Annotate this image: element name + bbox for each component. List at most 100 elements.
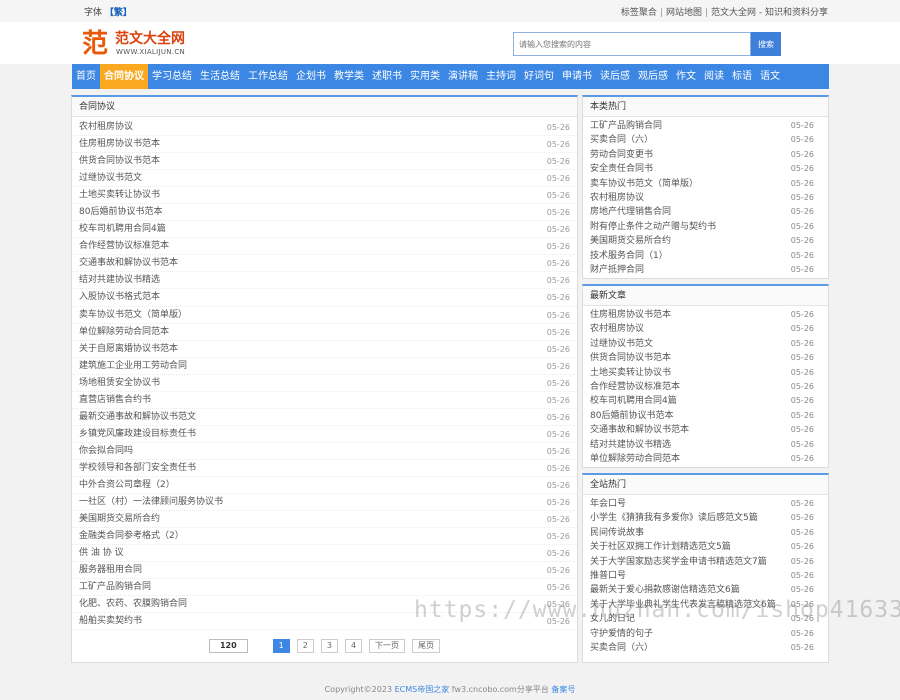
article-link[interactable]: 单位解除劳动合同范本 — [79, 324, 169, 340]
article-link[interactable]: 过继协议书范文 — [590, 337, 653, 351]
article-link[interactable]: 买卖合同（六） — [590, 641, 653, 655]
list-item[interactable]: 民间传说故事 05-26 — [583, 526, 828, 540]
article-link[interactable]: 最新关于爱心捐款感谢信精选范文6篇 — [590, 583, 740, 597]
site-map-link[interactable]: 网站地图 — [666, 8, 702, 18]
list-item[interactable]: 化肥、农药、农膜购销合同 05-26 — [72, 596, 577, 614]
list-item[interactable]: 农村租房协议 05-26 — [583, 322, 828, 336]
article-link[interactable]: 土地买卖转让协议书 — [79, 187, 160, 203]
article-link[interactable]: 学校领导和各部门安全责任书 — [79, 460, 196, 476]
article-link[interactable]: 附有停止条件之动产赠与契约书 — [590, 220, 716, 234]
article-link[interactable]: 船舶买卖契约书 — [79, 613, 142, 629]
list-item[interactable]: 合作经营协议标准范本 05-26 — [72, 238, 577, 256]
list-item[interactable]: 80后婚前协议书范本 05-26 — [583, 409, 828, 423]
list-item[interactable]: 合作经营协议标准范本 05-26 — [583, 380, 828, 394]
article-link[interactable]: 化肥、农药、农膜购销合同 — [79, 596, 187, 612]
article-link[interactable]: 供货合同协议书范本 — [590, 351, 671, 365]
next-page-button[interactable]: 下一页 — [369, 639, 406, 653]
list-item[interactable]: 劳动合同变更书 05-26 — [583, 148, 828, 162]
site-logo[interactable]: 范 范文大全网 WWW.XIALIJUN.CN — [82, 29, 212, 59]
list-item[interactable]: 女儿的日记 05-26 — [583, 612, 828, 626]
list-item[interactable]: 船舶买卖契约书 05-26 — [72, 613, 577, 631]
nav-item[interactable]: 作文 — [672, 64, 700, 89]
list-item[interactable]: 美国期货交易所合约 05-26 — [583, 234, 828, 248]
article-link[interactable]: 农村租房协议 — [590, 191, 644, 205]
nav-item[interactable]: 语文 — [756, 64, 784, 89]
list-item[interactable]: 单位解除劳动合同范本 05-26 — [72, 324, 577, 341]
article-link[interactable]: 买卖合同（六） — [590, 133, 653, 147]
article-link[interactable]: 守护爱情的句子 — [590, 627, 653, 641]
list-item[interactable]: 乡镇党风廉政建设目标责任书 05-26 — [72, 426, 577, 443]
list-item[interactable]: 美国期货交易所合约 05-26 — [72, 511, 577, 529]
page-1-button[interactable]: 1 — [272, 639, 290, 653]
list-item[interactable]: 年会口号 05-26 — [583, 497, 828, 511]
list-item[interactable]: 最新交通事故和解协议书范文 05-26 — [72, 409, 577, 426]
list-item[interactable]: 关于大学国家励志奖学金申请书精选范文7篇 05-26 — [583, 555, 828, 569]
list-item[interactable]: 土地买卖转让协议书 05-26 — [72, 187, 577, 205]
page-2-button[interactable]: 2 — [296, 639, 314, 653]
article-link[interactable]: 农村租房协议 — [590, 322, 644, 336]
article-link[interactable]: 建筑施工企业用工劳动合同 — [79, 358, 187, 374]
list-item[interactable]: 关于大学毕业典礼学生代表发言稿精选范文6篇 05-26 — [583, 598, 828, 612]
list-item[interactable]: 推普口号 05-26 — [583, 569, 828, 583]
article-link[interactable]: 乡镇党风廉政建设目标责任书 — [79, 426, 196, 442]
list-item[interactable]: 交通事故和解协议书范本 05-26 — [583, 423, 828, 437]
list-item[interactable]: 卖车协议书范文（简单版） 05-26 — [583, 177, 828, 191]
article-link[interactable]: 美国期货交易所合约 — [79, 511, 160, 527]
list-item[interactable]: 校车司机聘用合同4篇 05-26 — [583, 394, 828, 408]
article-link[interactable]: 交通事故和解协议书范本 — [590, 423, 689, 437]
list-item[interactable]: 卖车协议书范文（简单版） 05-26 — [72, 307, 577, 324]
nav-item[interactable]: 合同协议 — [100, 64, 148, 89]
list-item[interactable]: 小学生《猜猜我有多爱你》读后感范文5篇 05-26 — [583, 511, 828, 525]
article-link[interactable]: 金融类合同参考格式（2） — [79, 528, 184, 544]
tag-cloud-link[interactable]: 标签聚合 — [621, 8, 657, 18]
article-link[interactable]: 一社区（村）一法律顾问服务协议书 — [79, 494, 223, 510]
nav-item[interactable]: 标语 — [728, 64, 756, 89]
article-link[interactable]: 小学生《猜猜我有多爱你》读后感范文5篇 — [590, 511, 758, 525]
article-link[interactable]: 过继协议书范文 — [79, 170, 142, 186]
list-item[interactable]: 结对共建协议书精选 05-26 — [72, 272, 577, 290]
list-item[interactable]: 一社区（村）一法律顾问服务协议书 05-26 — [72, 494, 577, 512]
list-item[interactable]: 中外合资公司章程（2） 05-26 — [72, 477, 577, 495]
cms-link[interactable]: ECMS帝国之家 — [395, 685, 450, 694]
list-item[interactable]: 土地买卖转让协议书 05-26 — [583, 366, 828, 380]
article-link[interactable]: 劳动合同变更书 — [590, 148, 653, 162]
article-link[interactable]: 校车司机聘用合同4篇 — [590, 394, 677, 408]
list-item[interactable]: 工矿产品购销合同 05-26 — [583, 119, 828, 133]
nav-item[interactable]: 观后感 — [634, 64, 672, 89]
nav-item[interactable]: 首页 — [72, 64, 100, 89]
list-item[interactable]: 建筑施工企业用工劳动合同 05-26 — [72, 358, 577, 375]
nav-item[interactable]: 学习总结 — [148, 64, 196, 89]
list-item[interactable]: 过继协议书范文 05-26 — [583, 337, 828, 351]
list-item[interactable]: 住房租房协议书范本 05-26 — [72, 136, 577, 154]
list-item[interactable]: 守护爱情的句子 05-26 — [583, 627, 828, 641]
list-item[interactable]: 关于自愿离婚协议书范本 05-26 — [72, 341, 577, 358]
nav-item[interactable]: 演讲稿 — [444, 64, 482, 89]
page-3-button[interactable]: 3 — [320, 639, 338, 653]
article-link[interactable]: 技术服务合同（1） — [590, 249, 668, 263]
nav-item[interactable]: 教学类 — [330, 64, 368, 89]
search-button[interactable]: 搜索 — [751, 32, 781, 56]
article-link[interactable]: 房地产代理销售合同 — [590, 205, 671, 219]
list-item[interactable]: 80后婚前协议书范本 05-26 — [72, 204, 577, 222]
nav-item[interactable]: 申请书 — [558, 64, 596, 89]
article-link[interactable]: 交通事故和解协议书范本 — [79, 255, 178, 271]
article-link[interactable]: 财产抵押合同 — [590, 263, 644, 277]
article-link[interactable]: 合作经营协议标准范本 — [590, 380, 680, 394]
article-link[interactable]: 单位解除劳动合同范本 — [590, 452, 680, 466]
page-4-button[interactable]: 4 — [344, 639, 363, 653]
article-link[interactable]: 推普口号 — [590, 569, 626, 583]
last-page-button[interactable]: 尾页 — [412, 639, 441, 653]
article-link[interactable]: 合作经营协议标准范本 — [79, 238, 169, 254]
article-link[interactable]: 关于社区双拥工作计划精选范文5篇 — [590, 540, 731, 554]
nav-item[interactable]: 好词句 — [520, 64, 558, 89]
article-link[interactable]: 民间传说故事 — [590, 526, 644, 540]
article-link[interactable]: 80后婚前协议书范本 — [590, 409, 673, 423]
search-input[interactable] — [513, 32, 751, 56]
nav-item[interactable]: 实用类 — [406, 64, 444, 89]
nav-item[interactable]: 述职书 — [368, 64, 406, 89]
article-link[interactable]: 年会口号 — [590, 497, 626, 511]
article-link[interactable]: 80后婚前协议书范本 — [79, 204, 162, 220]
list-item[interactable]: 买卖合同（六） 05-26 — [583, 641, 828, 655]
article-link[interactable]: 住房租房协议书范本 — [590, 308, 671, 322]
list-item[interactable]: 学校领导和各部门安全责任书 05-26 — [72, 460, 577, 477]
